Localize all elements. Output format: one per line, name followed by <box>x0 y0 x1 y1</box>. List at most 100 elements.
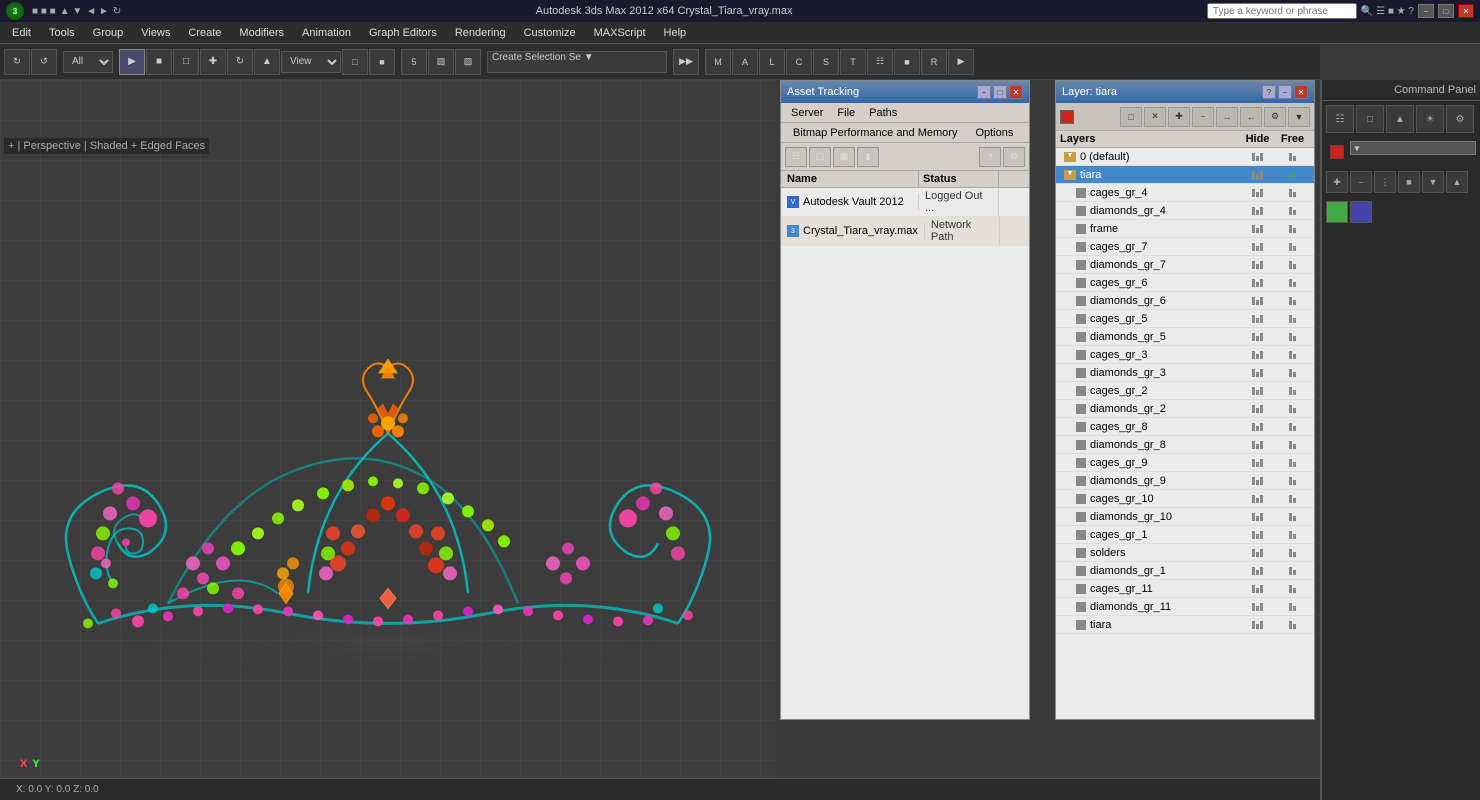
layer-tb-btn-3[interactable]: ✚ <box>1168 107 1190 127</box>
tb-snap[interactable]: S <box>813 49 839 75</box>
layer-tb-btn-6[interactable]: ← <box>1240 107 1262 127</box>
layer-row-10[interactable]: diamonds_gr_5 <box>1056 328 1314 346</box>
tb-btn-1[interactable]: 5 <box>401 49 427 75</box>
tb-align[interactable]: A <box>732 49 758 75</box>
menu-item-modifiers[interactable]: Modifiers <box>231 25 292 41</box>
layer-row-6[interactable]: diamonds_gr_7 <box>1056 256 1314 274</box>
cp-icon-10[interactable]: ▼ <box>1422 171 1444 193</box>
layer-tb-btn-2[interactable]: ✕ <box>1144 107 1166 127</box>
undo-button[interactable]: ↻ <box>4 49 30 75</box>
tb-btn-3[interactable]: ▨ <box>455 49 481 75</box>
menu-item-animation[interactable]: Animation <box>294 25 359 41</box>
menu-item-tools[interactable]: Tools <box>41 25 83 41</box>
layer-row-8[interactable]: diamonds_gr_6 <box>1056 292 1314 310</box>
layer-row-23[interactable]: diamonds_gr_1 <box>1056 562 1314 580</box>
tb-render[interactable]: R <box>921 49 947 75</box>
tb-curve[interactable]: C <box>786 49 812 75</box>
cp-icon-13[interactable] <box>1350 201 1372 223</box>
layer-row-12[interactable]: diamonds_gr_3 <box>1056 364 1314 382</box>
menu-item-edit[interactable]: Edit <box>4 25 39 41</box>
cp-icon-3[interactable]: ▲ <box>1386 105 1414 133</box>
layer-color-swatch[interactable] <box>1060 110 1074 124</box>
scale-button[interactable]: ▲ <box>254 49 280 75</box>
minimize-button[interactable]: − <box>1418 4 1434 18</box>
layer-row-9[interactable]: cages_gr_5 <box>1056 310 1314 328</box>
use-pivot-button[interactable]: □ <box>342 49 368 75</box>
asset-minimize-button[interactable]: − <box>977 85 991 99</box>
menu-item-group[interactable]: Group <box>85 25 132 41</box>
cp-icon-7[interactable]: ⎯ <box>1350 171 1372 193</box>
cp-icon-5[interactable]: ⚙ <box>1446 105 1474 133</box>
asset-tb-btn-3[interactable]: ▦ <box>833 147 855 167</box>
window-crossing-button[interactable]: □ <box>173 49 199 75</box>
cp-icon-4[interactable]: ☀ <box>1416 105 1444 133</box>
asset-submenu-options[interactable]: Options <box>967 126 1021 140</box>
menu-item-maxscript[interactable]: MAXScript <box>586 25 654 41</box>
layer-tb-btn-7[interactable]: ⚙ <box>1264 107 1286 127</box>
menu-item-help[interactable]: Help <box>656 25 695 41</box>
menu-item-customize[interactable]: Customize <box>516 25 584 41</box>
cp-icon-8[interactable]: ⋮ <box>1374 171 1396 193</box>
asset-maximize-button[interactable]: □ <box>993 85 1007 99</box>
layer-row-26[interactable]: tiara <box>1056 616 1314 634</box>
cp-icon-1[interactable]: ☷ <box>1326 105 1354 133</box>
layer-row-22[interactable]: solders <box>1056 544 1314 562</box>
menu-item-views[interactable]: Views <box>133 25 178 41</box>
layer-row-24[interactable]: cages_gr_11 <box>1056 580 1314 598</box>
select-pivot-button[interactable]: ■ <box>369 49 395 75</box>
named-sets-button[interactable]: ▶▶ <box>673 49 699 75</box>
tb-mirror[interactable]: M <box>705 49 731 75</box>
layer-row-1[interactable]: ▼ tiara ✓ <box>1056 166 1314 184</box>
layer-row-13[interactable]: cages_gr_2 <box>1056 382 1314 400</box>
cp-red-button[interactable] <box>1330 145 1344 159</box>
asset-close-button[interactable]: ✕ <box>1009 85 1023 99</box>
layer-help-button[interactable]: ? <box>1262 85 1276 99</box>
layer-row-4[interactable]: frame <box>1056 220 1314 238</box>
layer-row-19[interactable]: cages_gr_10 <box>1056 490 1314 508</box>
view-dropdown[interactable]: View <box>281 51 341 73</box>
asset-tb-btn-1[interactable]: ☷ <box>785 147 807 167</box>
asset-row-1[interactable]: 3 Crystal_Tiara_vray.max Network Path <box>781 217 1029 246</box>
redo-button[interactable]: ↺ <box>31 49 57 75</box>
layer-row-5[interactable]: cages_gr_7 <box>1056 238 1314 256</box>
layer-row-18[interactable]: diamonds_gr_9 <box>1056 472 1314 490</box>
cp-dropdown[interactable]: ▼ <box>1350 141 1476 155</box>
layer-row-25[interactable]: diamonds_gr_11 <box>1056 598 1314 616</box>
layer-row-11[interactable]: cages_gr_3 <box>1056 346 1314 364</box>
tb-quick-render[interactable]: ▶ <box>948 49 974 75</box>
layer-row-7[interactable]: cages_gr_6 <box>1056 274 1314 292</box>
asset-submenu-bitmap[interactable]: Bitmap Performance and Memory <box>785 126 965 140</box>
cp-icon-2[interactable]: □ <box>1356 105 1384 133</box>
asset-tb-settings[interactable]: ⚙ <box>1003 147 1025 167</box>
asset-tb-btn-4[interactable]: ▮ <box>857 147 879 167</box>
tb-layer[interactable]: L <box>759 49 785 75</box>
tb-material[interactable]: ■ <box>894 49 920 75</box>
menu-item-graph-editors[interactable]: Graph Editors <box>361 25 445 41</box>
asset-row-0[interactable]: V Autodesk Vault 2012 Logged Out ... <box>781 188 1029 217</box>
layer-row-15[interactable]: cages_gr_8 <box>1056 418 1314 436</box>
menu-item-create[interactable]: Create <box>180 25 229 41</box>
move-button[interactable]: ✚ <box>200 49 226 75</box>
rotate-button[interactable]: ↻ <box>227 49 253 75</box>
select-button[interactable]: ▶ <box>119 49 145 75</box>
cp-icon-12[interactable] <box>1326 201 1348 223</box>
create-selection-dropdown[interactable]: Create Selection Se ▼ <box>487 51 667 73</box>
select-filter-dropdown[interactable]: All <box>63 51 113 73</box>
menu-item-rendering[interactable]: Rendering <box>447 25 514 41</box>
layer-tb-dropdown[interactable]: ▼ <box>1288 107 1310 127</box>
tb-schematic[interactable]: ☷ <box>867 49 893 75</box>
asset-tb-btn-2[interactable]: ▢ <box>809 147 831 167</box>
layer-row-14[interactable]: diamonds_gr_2 <box>1056 400 1314 418</box>
asset-menu-paths[interactable]: Paths <box>863 106 903 120</box>
layer-tb-btn-5[interactable]: → <box>1216 107 1238 127</box>
layer-row-0[interactable]: ▼ 0 (default) <box>1056 148 1314 166</box>
cp-icon-6[interactable]: ✚ <box>1326 171 1348 193</box>
layer-row-21[interactable]: cages_gr_1 <box>1056 526 1314 544</box>
close-button[interactable]: ✕ <box>1458 4 1474 18</box>
layer-row-17[interactable]: cages_gr_9 <box>1056 454 1314 472</box>
cp-icon-11[interactable]: ▲ <box>1446 171 1468 193</box>
search-input[interactable] <box>1207 3 1357 19</box>
tb-track[interactable]: T <box>840 49 866 75</box>
layer-close-button[interactable]: ✕ <box>1294 85 1308 99</box>
asset-menu-file[interactable]: File <box>831 106 861 120</box>
